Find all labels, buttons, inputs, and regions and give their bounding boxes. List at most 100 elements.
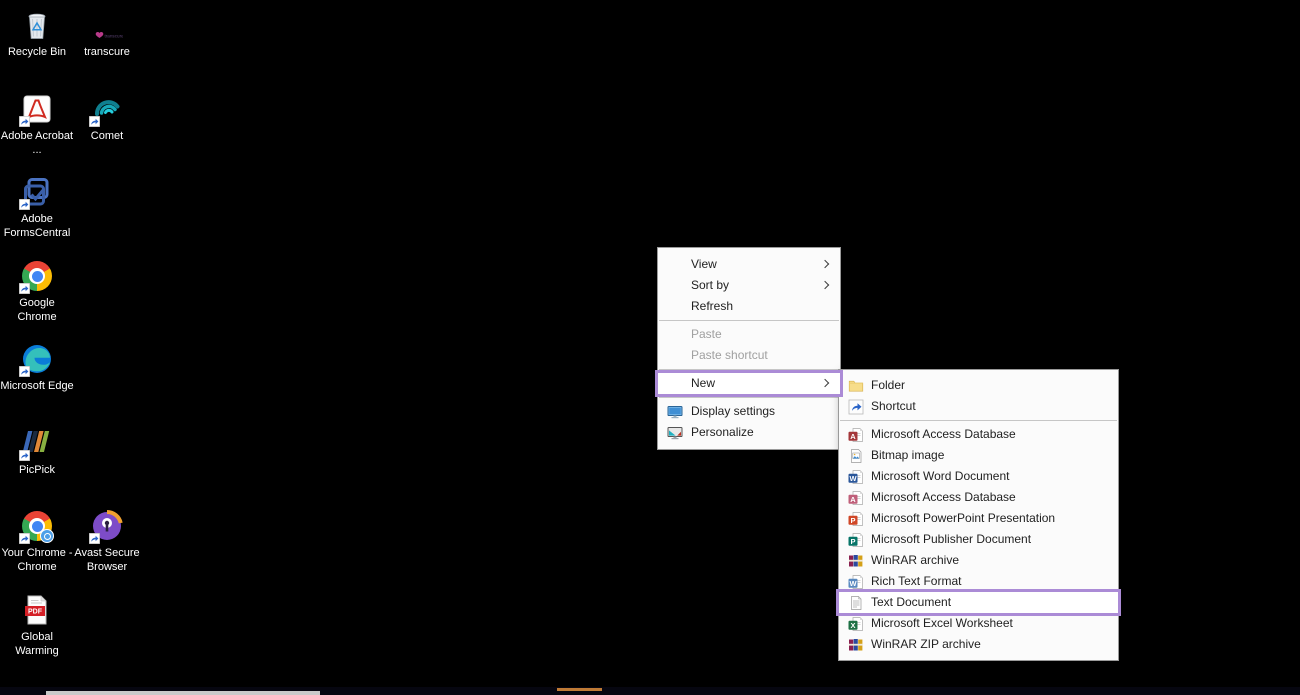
taskbar-light-segment [46,691,320,695]
desktop-icon-label: Adobe Acrobat ... [0,129,74,157]
new-submenu-item-text-document[interactable]: Text Document [839,592,1118,613]
desktop-icon-your-chrome[interactable]: Your Chrome - Chrome [0,509,74,574]
svg-text:P: P [850,515,855,524]
new-submenu-item-folder[interactable]: Folder [839,375,1118,396]
menu-item-label: Paste shortcut [691,348,768,362]
display-icon [667,404,683,420]
recycle-bin-icon [20,8,54,42]
desktop-icon-google-chrome[interactable]: Google Chrome [0,259,74,324]
context-menu-item-personalize[interactable]: Personalize [658,422,840,443]
svg-text:X: X [850,620,855,629]
desktop-icon-label: Global Warming [0,630,74,658]
desktop-icon-label: Your Chrome - Chrome [0,546,74,574]
svg-text:A: A [850,494,856,503]
context-menu-item-sort-by[interactable]: Sort by [658,275,840,296]
desktop-icon-label: Google Chrome [0,296,74,324]
acrobat-icon [20,92,54,126]
menu-item-label: WinRAR ZIP archive [871,637,981,651]
shortcut-arrow-badge [19,450,30,461]
menu-item-label: Microsoft Word Document [871,469,1010,483]
taskbar[interactable] [0,687,1300,695]
context-menu-item-display-settings[interactable]: Display settings [658,401,840,422]
desktop-icon-adobe-acrobat[interactable]: Adobe Acrobat ... [0,92,74,157]
chrome-profile-icon [20,509,54,543]
new-submenu-item-shortcut[interactable]: Shortcut [839,396,1118,417]
desktop-icon-picpick[interactable]: PicPick [0,426,74,477]
menu-item-label: Microsoft Publisher Document [871,532,1031,546]
desktop-icon-transcure[interactable]: transcure transcure [70,8,144,59]
desktop-icon-global-warming[interactable]: PDF Global Warming [0,593,74,658]
new-submenu-separator [840,420,1117,421]
desktop-icon-adobe-formscentral[interactable]: Adobe FormsCentral [0,175,74,240]
new-submenu-item-winrar-zip-archive[interactable]: WinRAR ZIP archive [839,634,1118,655]
desktop-icon-avast-secure-browser[interactable]: Avast Secure Browser [70,509,144,574]
svg-text:W: W [849,578,857,587]
taskbar-orange-segment [557,688,602,691]
winrar-icon [848,637,864,653]
new-submenu-item-microsoft-word-document[interactable]: W Microsoft Word Document [839,466,1118,487]
new-submenu-item-winrar-archive[interactable]: WinRAR archive [839,550,1118,571]
shortcut-icon [848,399,864,415]
new-submenu-item-microsoft-access-database[interactable]: A Microsoft Access Database [839,424,1118,445]
excel-icon: X [848,616,864,632]
chevron-right-icon [821,379,829,387]
desktop-icon-recycle-bin[interactable]: Recycle Bin [0,8,74,59]
shortcut-arrow-badge [19,533,30,544]
access-pink-icon: A [848,490,864,506]
formscentral-icon [20,175,54,209]
new-submenu-item-rich-text-format[interactable]: WRich Text Format [839,571,1118,592]
context-menu-separator [659,397,839,398]
chrome-icon [20,259,54,293]
menu-item-label: Refresh [691,299,733,313]
menu-item-label: Microsoft Access Database [871,427,1016,441]
shortcut-arrow-badge [19,199,30,210]
personalize-icon [667,425,683,441]
chevron-right-icon [821,281,829,289]
desktop-icon-label: Avast Secure Browser [70,546,144,574]
context-menu-item-view[interactable]: View [658,254,840,275]
menu-item-label: Display settings [691,404,775,418]
desktop-icon-label: Comet [91,129,123,143]
rtf-icon: W [848,574,864,590]
menu-item-label: Folder [871,378,905,392]
publisher-icon: P [848,532,864,548]
new-submenu-item-microsoft-access-database[interactable]: A Microsoft Access Database [839,487,1118,508]
svg-text:P: P [850,536,855,545]
svg-text:transcure: transcure [105,34,124,39]
menu-item-label: New [691,376,715,390]
desktop-icon-label: PicPick [19,463,55,477]
shortcut-arrow-badge [19,283,30,294]
svg-text:PDF: PDF [28,609,43,616]
word-icon: W [848,469,864,485]
desktop-icon-microsoft-edge[interactable]: Microsoft Edge [0,342,74,393]
desktop-icon-comet[interactable]: Comet [70,92,144,143]
context-menu-item-refresh[interactable]: Refresh [658,296,840,317]
new-submenu-item-microsoft-publisher-document[interactable]: P Microsoft Publisher Document [839,529,1118,550]
menu-item-label: WinRAR archive [871,553,959,567]
context-menu-item-new[interactable]: New [658,373,840,394]
bitmap-icon [848,448,864,464]
access-icon: A [848,427,864,443]
desktop-icon-label: transcure [84,45,130,59]
context-menu-separator [659,320,839,321]
powerpoint-icon: P [848,511,864,527]
desktop-icon-label: Microsoft Edge [0,379,73,393]
new-submenu-item-bitmap-image[interactable]: Bitmap image [839,445,1118,466]
edge-icon [20,342,54,376]
menu-item-label: Sort by [691,278,729,292]
new-submenu-item-microsoft-excel-worksheet[interactable]: XMicrosoft Excel Worksheet [839,613,1118,634]
menu-item-label: Microsoft PowerPoint Presentation [871,511,1055,525]
chevron-right-icon [821,260,829,268]
folder-icon [848,378,864,394]
svg-text:A: A [850,431,856,440]
pdf-icon: PDF [20,593,54,627]
shortcut-arrow-badge [89,116,100,127]
menu-item-label: Personalize [691,425,754,439]
winrar-icon [848,553,864,569]
shortcut-arrow-badge [19,366,30,377]
context-menu-item-paste-shortcut: Paste shortcut [658,345,840,366]
menu-item-label: Microsoft Access Database [871,490,1016,504]
new-submenu-item-microsoft-powerpoint-presentation[interactable]: P Microsoft PowerPoint Presentation [839,508,1118,529]
desktop[interactable]: Recycle Bin transcure transcure Adobe Acrob… [0,0,1300,695]
context-menu-separator [659,369,839,370]
